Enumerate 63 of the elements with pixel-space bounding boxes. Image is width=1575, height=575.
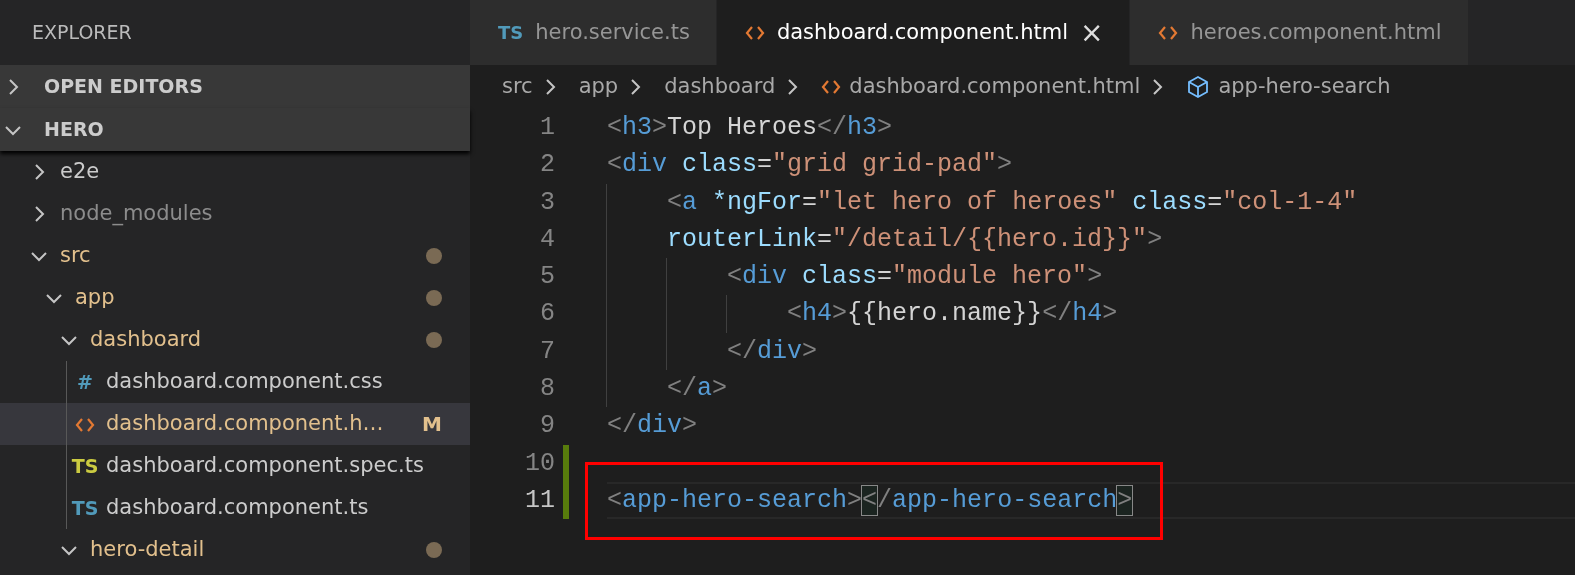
line-number: 3	[539, 186, 555, 219]
folder-name: src	[60, 242, 91, 270]
line-number: 8	[539, 373, 555, 405]
line-number: 7	[539, 335, 555, 368]
tree-item[interactable]: dashboard.component.h… M	[0, 403, 470, 445]
modified-dot	[426, 290, 442, 306]
breadcrumb-item[interactable]: app	[578, 71, 619, 103]
editor-tab[interactable]: TS hero.service.ts	[470, 0, 717, 65]
line-number: 11	[524, 484, 555, 517]
tree-item[interactable]: node_modules	[0, 193, 470, 235]
breadcrumb-item[interactable]: dashboard	[664, 71, 776, 103]
file-name: dashboard.component.css	[106, 368, 383, 396]
folder-name: hero-detail	[90, 536, 205, 564]
breadcrumb-item[interactable]: app-hero-search	[1218, 71, 1391, 103]
modified-dot	[426, 332, 442, 348]
status-letter: M	[422, 411, 442, 438]
breadcrumb-item[interactable]: dashboard.component.html	[849, 71, 1141, 103]
line-number: 2	[539, 149, 555, 182]
tree-item[interactable]: hero-detail	[0, 529, 470, 571]
file-name: dashboard.component.h…	[106, 410, 384, 438]
hash-icon: #	[70, 367, 100, 397]
tree-item[interactable]: TS dashboard.component.ts	[0, 487, 470, 529]
folder-name: dashboard	[90, 326, 202, 354]
tree-item[interactable]: src	[0, 235, 470, 277]
folder-name: node_modules	[60, 200, 213, 228]
panel-title: EXPLORER	[31, 20, 133, 46]
ts-icon: TS	[70, 493, 100, 523]
tree-item[interactable]: # dashboard.component.css	[0, 361, 470, 403]
code-line: <div class="module hero">	[607, 258, 1103, 296]
line-number: 6	[539, 298, 555, 331]
line-number: 9	[539, 410, 555, 443]
code-line: <app-hero-search></app-hero-search>	[607, 484, 1133, 517]
tree-item[interactable]: dashboard	[0, 319, 470, 361]
section-header[interactable]: HERO	[0, 108, 470, 151]
folder-name: app	[75, 284, 115, 312]
code-line: </div>	[607, 410, 698, 443]
line-number: 4	[539, 223, 555, 256]
code-line: </a>	[607, 370, 728, 408]
code-line: </div>	[607, 332, 818, 371]
file-name: dashboard.component.ts	[106, 494, 369, 522]
line-number: 10	[524, 447, 555, 480]
code-line: <h3>Top Heroes</h3>	[607, 111, 893, 144]
code-line: <h4>{{hero.name}}</h4>	[607, 295, 1118, 333]
ts-icon: TS	[70, 451, 100, 481]
folder-name: e2e	[60, 158, 100, 186]
cube-icon	[1186, 75, 1211, 99]
code-line: <a *ngFor="let hero of heroes" class="col-1-4"	[607, 183, 1358, 221]
line-number: 1	[539, 111, 555, 144]
editor-tab[interactable]: heroes.component.html	[1130, 0, 1469, 65]
tree-item[interactable]: TS dashboard.component.spec.ts	[0, 445, 470, 487]
modified-dot	[426, 248, 442, 264]
code-line: routerLink="/detail/{{hero.id}}">	[607, 220, 1163, 259]
line-number: 5	[539, 261, 555, 294]
code-line: <div class="grid grid-pad">	[607, 149, 1013, 182]
breadcrumb-item[interactable]: src	[502, 71, 533, 103]
code-brackets-icon	[821, 78, 842, 96]
file-name: dashboard.component.spec.ts	[106, 452, 424, 480]
tree-item[interactable]: app	[0, 277, 470, 319]
section-header[interactable]: OPEN EDITORS	[0, 65, 470, 108]
close-icon[interactable]: ×	[1079, 18, 1104, 47]
editor-tab[interactable]: dashboard.component.html ×	[716, 0, 1131, 65]
modified-dot	[426, 542, 442, 558]
tree-item[interactable]: e2e	[0, 151, 470, 193]
